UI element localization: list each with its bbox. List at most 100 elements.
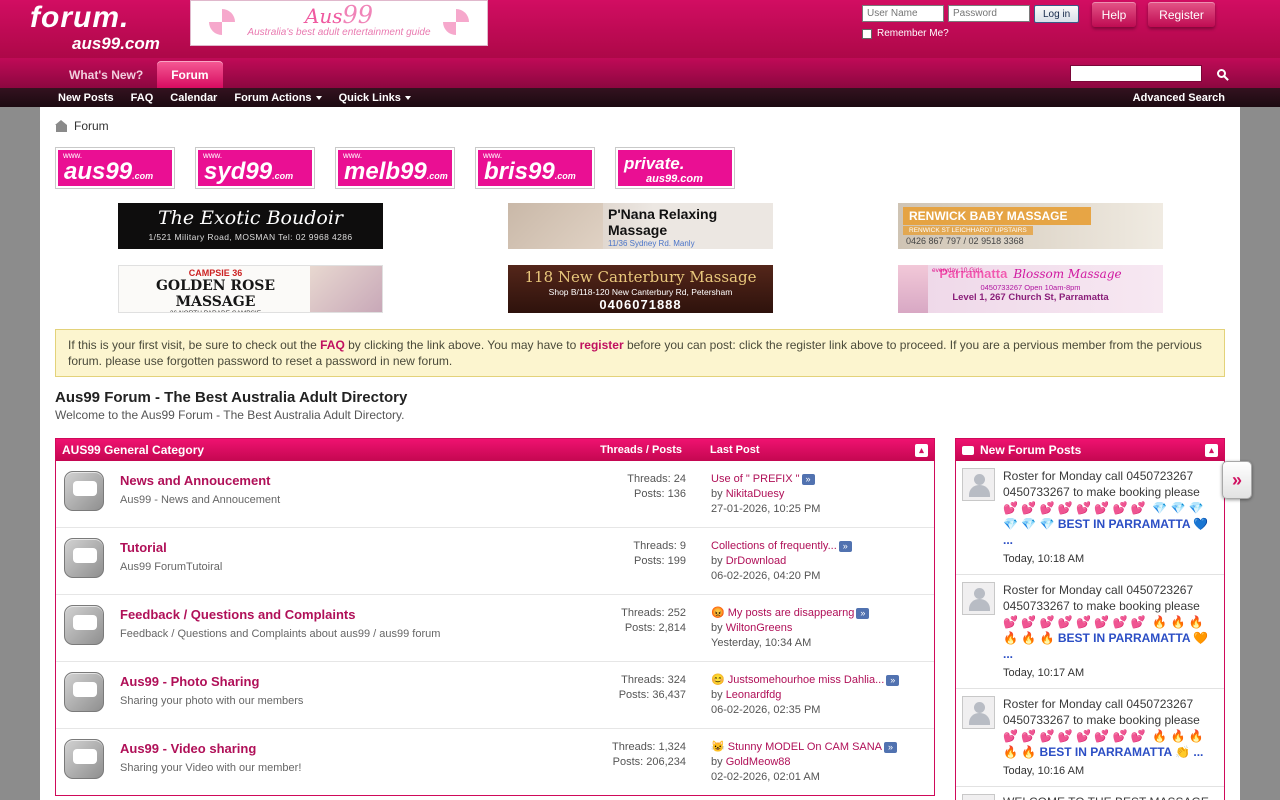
password-input[interactable] bbox=[948, 5, 1030, 22]
login-button[interactable]: Log in bbox=[1034, 5, 1079, 23]
logo-subtext: aus99.com bbox=[72, 35, 160, 52]
search-icon bbox=[1217, 69, 1226, 78]
speech-bubble-icon bbox=[962, 446, 974, 455]
avatar[interactable] bbox=[962, 582, 995, 615]
ad-pnana-massage[interactable]: P'Nana Relaxing Massage 11/36 Sydney Rd.… bbox=[508, 203, 773, 249]
lastpost-link[interactable]: Stunny MODEL On CAM SANA bbox=[728, 741, 882, 753]
banner-tagline: Australia's best adult entertainment gui… bbox=[191, 27, 487, 38]
ad-golden-rose-massage[interactable]: CAMPSIE 36 GOLDEN ROSE MASSAGE 36 NORTH … bbox=[118, 265, 383, 313]
sidebar-post: WELCOME TO THE BEST MASSAGE bbox=[956, 787, 1224, 800]
aus99-banner-ad[interactable]: Aus99 Australia's best adult entertainme… bbox=[190, 0, 488, 46]
nav-new-posts[interactable]: New Posts bbox=[58, 92, 114, 104]
category-header[interactable]: AUS99 General Category Threads / Posts L… bbox=[56, 439, 934, 461]
breadcrumb: Forum bbox=[40, 107, 1240, 133]
user-link[interactable]: Leonardfdg bbox=[726, 689, 782, 701]
nav-forum-actions[interactable]: Forum Actions bbox=[234, 92, 321, 104]
forum-lastpost: 😺 Stunny MODEL On CAM SANA» by GoldMeow8… bbox=[711, 739, 926, 785]
forum-link[interactable]: Aus99 - Video sharing bbox=[120, 741, 256, 756]
forum-icon bbox=[64, 605, 104, 645]
user-link[interactable]: DrDownload bbox=[726, 555, 787, 567]
forum-row-feedback: Feedback / Questions and Complaints Feed… bbox=[56, 594, 934, 661]
nav-quick-links[interactable]: Quick Links bbox=[339, 92, 411, 104]
user-link[interactable]: NikitaDuesy bbox=[726, 488, 785, 500]
home-icon[interactable] bbox=[56, 125, 67, 132]
help-button[interactable]: Help bbox=[1092, 2, 1136, 27]
register-link[interactable]: register bbox=[580, 338, 624, 352]
site-logo-row: www. aus99.com www. syd99.com www. melb9… bbox=[55, 147, 1240, 189]
lastpost-link[interactable]: My posts are disappearng bbox=[728, 607, 855, 619]
ad-118-canterbury-massage[interactable]: 118 New Canterbury Massage Shop B/118-12… bbox=[508, 265, 773, 313]
lastpost-link[interactable]: Use of " PREFIX " bbox=[711, 473, 800, 485]
forum-icon bbox=[64, 538, 104, 578]
tab-bar: What's New? Forum bbox=[0, 58, 1280, 88]
site-logo[interactable]: forum. aus99.com bbox=[30, 3, 160, 52]
tab-forum[interactable]: Forum bbox=[157, 61, 222, 88]
page-content: Forum www. aus99.com www. syd99.com www.… bbox=[40, 107, 1240, 800]
ad-exotic-boudoir[interactable]: The Exotic Boudoir 1/521 Military Road, … bbox=[118, 203, 383, 249]
login-form: Log in Remember Me? bbox=[862, 5, 1079, 39]
ad-blossom-massage[interactable]: everyday 10 Girls ParramattaBlossom Mass… bbox=[898, 265, 1163, 313]
forum-link[interactable]: News and Annoucement bbox=[120, 473, 270, 488]
username-input[interactable] bbox=[862, 5, 944, 22]
thread-emoji: 😊 bbox=[711, 674, 725, 686]
forum-lastpost: 😡 My posts are disappearng» by WiltonGre… bbox=[711, 605, 926, 651]
collapse-icon[interactable]: ▴ bbox=[1205, 444, 1218, 457]
forum-description: Feedback / Questions and Complaints abou… bbox=[120, 628, 561, 640]
search-input[interactable] bbox=[1070, 65, 1202, 82]
sidebar: New Forum Posts ▴ Roster for Monday call… bbox=[955, 438, 1225, 800]
forum-link[interactable]: Tutorial bbox=[120, 540, 167, 555]
forum-link[interactable]: Aus99 - Photo Sharing bbox=[120, 674, 259, 689]
forum-lastpost: Collections of frequently...» by DrDownl… bbox=[711, 538, 926, 584]
avatar[interactable] bbox=[962, 468, 995, 501]
welcome-text: Welcome to the Aus99 Forum - The Best Au… bbox=[55, 408, 1225, 422]
nav-faq[interactable]: FAQ bbox=[131, 92, 154, 104]
forum-stats: Threads: 9Posts: 199 bbox=[561, 538, 711, 584]
avatar[interactable] bbox=[962, 794, 995, 800]
sidebar-expand-button[interactable]: » bbox=[1222, 461, 1252, 499]
windmill-icon bbox=[209, 9, 235, 35]
collapse-icon[interactable]: ▴ bbox=[915, 444, 928, 457]
lastpost-link[interactable]: Collections of frequently... bbox=[711, 540, 837, 552]
breadcrumb-forum[interactable]: Forum bbox=[74, 119, 109, 133]
remember-me-checkbox[interactable] bbox=[862, 29, 872, 39]
goto-last-post-icon[interactable]: » bbox=[886, 675, 899, 686]
goto-last-post-icon[interactable]: » bbox=[856, 608, 869, 619]
register-button[interactable]: Register bbox=[1148, 2, 1215, 27]
advanced-search-link[interactable]: Advanced Search bbox=[1133, 92, 1225, 104]
chevron-down-icon bbox=[316, 96, 322, 100]
lastpost-link[interactable]: Justsomehourhoe miss Dahlia... bbox=[728, 674, 885, 686]
first-visit-notice: If this is your first visit, be sure to … bbox=[55, 329, 1225, 377]
forum-row-news: News and Annoucement Aus99 - News and An… bbox=[56, 461, 934, 527]
sidebar-post: Roster for Monday call 0450723267 045073… bbox=[956, 689, 1224, 787]
ad-renwick-massage[interactable]: RENWICK BABY MASSAGE RENWICK ST LEICHHAR… bbox=[898, 203, 1163, 249]
post-timestamp: Today, 10:18 AM bbox=[1003, 551, 1218, 567]
forum-icon bbox=[64, 471, 104, 511]
chevron-down-icon bbox=[405, 96, 411, 100]
forum-description: Aus99 - News and Annoucement bbox=[120, 494, 561, 506]
logo-syd99[interactable]: www. syd99.com bbox=[195, 147, 315, 189]
faq-link[interactable]: FAQ bbox=[320, 338, 345, 352]
forum-lastpost: 😊 Justsomehourhoe miss Dahlia...» by Leo… bbox=[711, 672, 926, 718]
forum-column: AUS99 General Category Threads / Posts L… bbox=[55, 438, 935, 800]
ad-row-2: CAMPSIE 36 GOLDEN ROSE MASSAGE 36 NORTH … bbox=[118, 265, 1240, 313]
forum-stats: Threads: 24Posts: 136 bbox=[561, 471, 711, 517]
user-link[interactable]: WiltonGreens bbox=[726, 622, 793, 634]
logo-bris99[interactable]: www. bris99.com bbox=[475, 147, 595, 189]
nav-calendar[interactable]: Calendar bbox=[170, 92, 217, 104]
windmill-icon bbox=[443, 9, 469, 35]
avatar[interactable] bbox=[962, 696, 995, 729]
logo-private-aus99[interactable]: private. aus99.com bbox=[615, 147, 735, 189]
goto-last-post-icon[interactable]: » bbox=[802, 474, 815, 485]
goto-last-post-icon[interactable]: » bbox=[839, 541, 852, 552]
tab-whats-new[interactable]: What's New? bbox=[55, 61, 157, 88]
sidebar-post: Roster for Monday call 0450723267 045073… bbox=[956, 461, 1224, 575]
new-forum-posts-header[interactable]: New Forum Posts ▴ bbox=[956, 439, 1224, 461]
goto-last-post-icon[interactable]: » bbox=[884, 742, 897, 753]
search-button[interactable] bbox=[1210, 63, 1232, 83]
forum-link[interactable]: Feedback / Questions and Complaints bbox=[120, 607, 356, 622]
logo-aus99[interactable]: www. aus99.com bbox=[55, 147, 175, 189]
post-timestamp: Today, 10:17 AM bbox=[1003, 665, 1218, 681]
user-link[interactable]: GoldMeow88 bbox=[726, 756, 791, 768]
logo-melb99[interactable]: www. melb99.com bbox=[335, 147, 455, 189]
forum-icon bbox=[64, 739, 104, 779]
